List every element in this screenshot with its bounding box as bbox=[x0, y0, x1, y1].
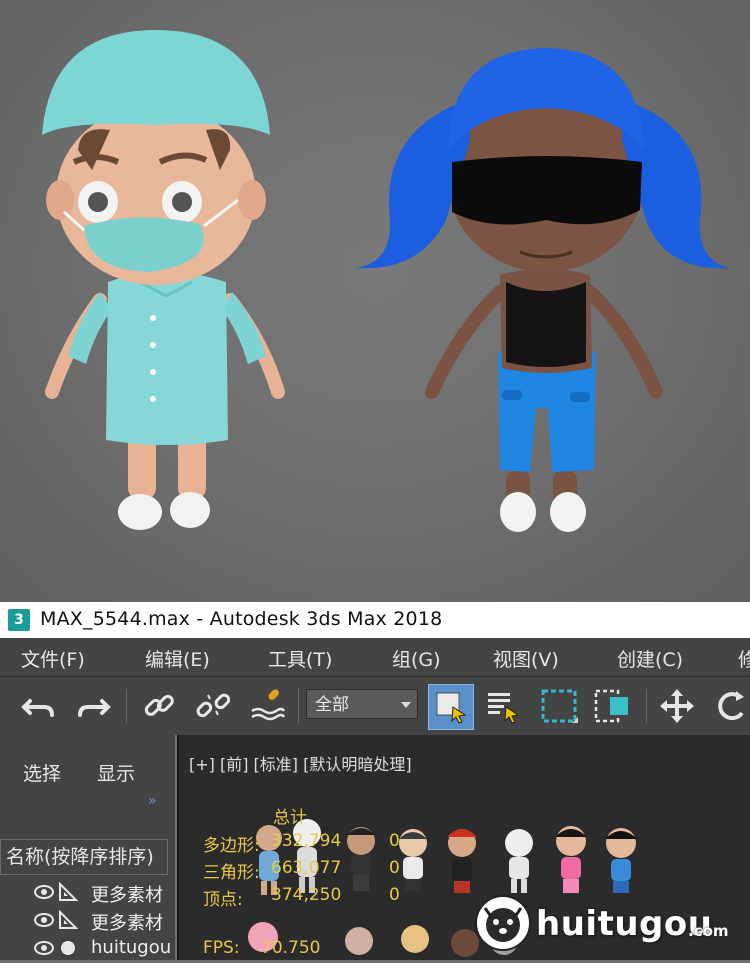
watermark-domain-suffix: .com bbox=[688, 922, 729, 940]
thumb-character bbox=[347, 827, 375, 891]
unlink-selection-icon[interactable] bbox=[194, 687, 232, 725]
stat-triangles-value: 663,077 bbox=[271, 858, 342, 878]
toolbar-separator bbox=[298, 689, 299, 723]
stat-vertices-value: 374,250 bbox=[271, 885, 342, 905]
rotate-icon[interactable] bbox=[712, 687, 750, 725]
scene-tree-row[interactable]: 更多素材 bbox=[0, 907, 175, 935]
group-object-icon bbox=[59, 882, 78, 901]
menu-file[interactable]: 文件(F) bbox=[21, 645, 85, 672]
group-object-icon bbox=[59, 910, 78, 929]
stat-fps-label: FPS: bbox=[203, 938, 240, 958]
visibility-eye-icon[interactable] bbox=[34, 941, 54, 955]
stat-fps-value: 70.750 bbox=[261, 938, 321, 958]
window-titlebar: 3 MAX_5544.max - Autodesk 3ds Max 2018 bbox=[0, 602, 750, 638]
menu-views[interactable]: 视图(V) bbox=[493, 645, 559, 672]
toolbar-separator bbox=[126, 689, 127, 723]
selection-filter-value: 全部 bbox=[315, 695, 349, 715]
scene-explorer-panel: 选择 显示 » 名称(按降序排序) 更多素材 更多素材 huitugou bbox=[0, 735, 175, 960]
stat-triangles-selected: 0 bbox=[389, 858, 400, 878]
select-and-link-icon[interactable] bbox=[140, 687, 178, 725]
menu-create[interactable]: 创建(C) bbox=[617, 645, 683, 672]
window-title: MAX_5544.max - Autodesk 3ds Max 2018 bbox=[40, 608, 443, 630]
chevron-down-icon bbox=[401, 702, 411, 708]
scene-object-name: huitugou bbox=[91, 937, 172, 958]
menu-modifiers[interactable]: 修 bbox=[738, 645, 750, 672]
scene-tree-row[interactable]: huitugou bbox=[0, 935, 175, 963]
select-object-button[interactable] bbox=[428, 684, 474, 730]
main-toolbar: 全部 bbox=[0, 677, 750, 735]
visibility-eye-icon[interactable] bbox=[34, 885, 54, 899]
boy-character-figure bbox=[42, 30, 285, 530]
menu-bar: 文件(F) 编辑(E) 工具(T) 组(G) 视图(V) 创建(C) 修 bbox=[0, 638, 750, 677]
3ds-max-app-icon: 3 bbox=[8, 609, 30, 631]
chevron-right-icon[interactable]: » bbox=[148, 793, 157, 809]
geometry-object-icon bbox=[61, 941, 75, 955]
girl-character-figure bbox=[356, 48, 730, 532]
toolbar-separator bbox=[646, 689, 647, 723]
bind-to-space-warp-icon[interactable] bbox=[248, 687, 286, 725]
scene-tree-row[interactable]: 更多素材 bbox=[0, 879, 175, 907]
stat-polygons-label: 多边形: bbox=[203, 836, 260, 856]
rectangular-selection-region-icon[interactable] bbox=[540, 687, 578, 725]
stat-triangles-label: 三角形: bbox=[203, 863, 260, 883]
tab-select[interactable]: 选择 bbox=[23, 759, 61, 786]
menu-group[interactable]: 组(G) bbox=[392, 645, 441, 672]
stat-vertices-selected: 0 bbox=[389, 885, 400, 905]
move-icon[interactable] bbox=[658, 687, 696, 725]
thumb-character bbox=[399, 829, 427, 891]
undo-icon[interactable] bbox=[20, 687, 58, 725]
scene-object-name: 更多素材 bbox=[91, 885, 163, 906]
window-crossing-icon[interactable] bbox=[594, 687, 632, 725]
scene-object-name: 更多素材 bbox=[91, 913, 163, 934]
huitugou-watermark: huitugou .com bbox=[470, 880, 750, 960]
visibility-eye-icon[interactable] bbox=[34, 913, 54, 927]
menu-tools[interactable]: 工具(T) bbox=[268, 645, 332, 672]
dog-logo-icon bbox=[475, 895, 531, 951]
name-column-header[interactable]: 名称(按降序排序) bbox=[0, 839, 168, 875]
watermark-text: huitugou bbox=[536, 904, 713, 944]
select-object-icon bbox=[436, 692, 467, 724]
character-render-preview bbox=[0, 0, 750, 602]
stats-total-header: 总计 bbox=[273, 808, 307, 828]
stat-polygons-value: 332,794 bbox=[271, 831, 342, 851]
stat-vertices-label: 顶点: bbox=[203, 890, 243, 910]
redo-icon[interactable] bbox=[74, 687, 112, 725]
select-by-name-icon[interactable] bbox=[484, 687, 522, 725]
tab-display[interactable]: 显示 bbox=[97, 759, 135, 786]
menu-edit[interactable]: 编辑(E) bbox=[145, 645, 210, 672]
stat-polygons-selected: 0 bbox=[389, 831, 400, 851]
selection-filter-dropdown[interactable]: 全部 bbox=[306, 689, 418, 719]
